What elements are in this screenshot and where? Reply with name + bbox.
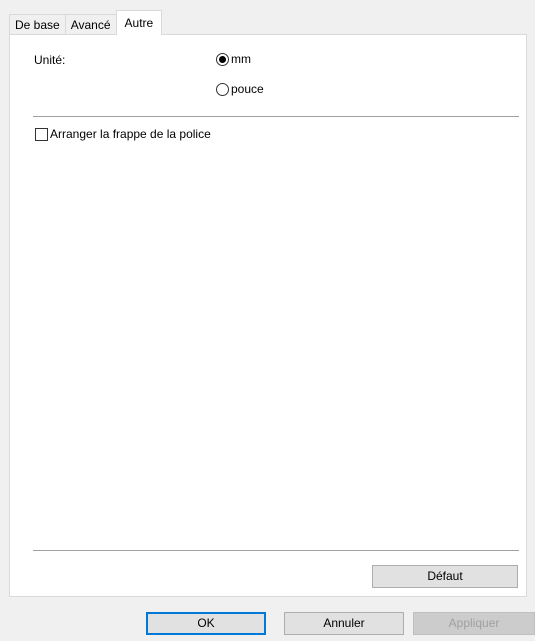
- tab-de-base[interactable]: De base: [9, 14, 66, 35]
- unit-option-mm-label: mm: [231, 52, 251, 66]
- tab-avance[interactable]: Avancé: [64, 14, 117, 35]
- cancel-button[interactable]: Annuler: [284, 612, 404, 635]
- unit-option-pouce[interactable]: pouce: [216, 82, 264, 96]
- font-arrange-option[interactable]: Arranger la frappe de la police: [35, 127, 211, 141]
- ok-button[interactable]: OK: [146, 612, 266, 635]
- tab-panel-autre: Unité: mm pouce Arranger la frappe de la…: [9, 34, 527, 597]
- tab-strip: De base Avancé Autre: [9, 10, 163, 35]
- separator-bottom: [33, 550, 519, 551]
- unit-option-mm[interactable]: mm: [216, 52, 251, 66]
- font-arrange-label: Arranger la frappe de la police: [50, 127, 211, 141]
- tab-autre[interactable]: Autre: [115, 10, 163, 35]
- unit-option-pouce-label: pouce: [231, 82, 264, 96]
- radio-mm[interactable]: [216, 52, 229, 66]
- separator-top: [33, 116, 519, 117]
- apply-button: Appliquer: [413, 612, 535, 635]
- font-arrange-checkbox[interactable]: [35, 127, 48, 141]
- default-button[interactable]: Défaut: [372, 565, 518, 588]
- unit-label: Unité:: [34, 53, 66, 67]
- radio-pouce[interactable]: [216, 82, 229, 96]
